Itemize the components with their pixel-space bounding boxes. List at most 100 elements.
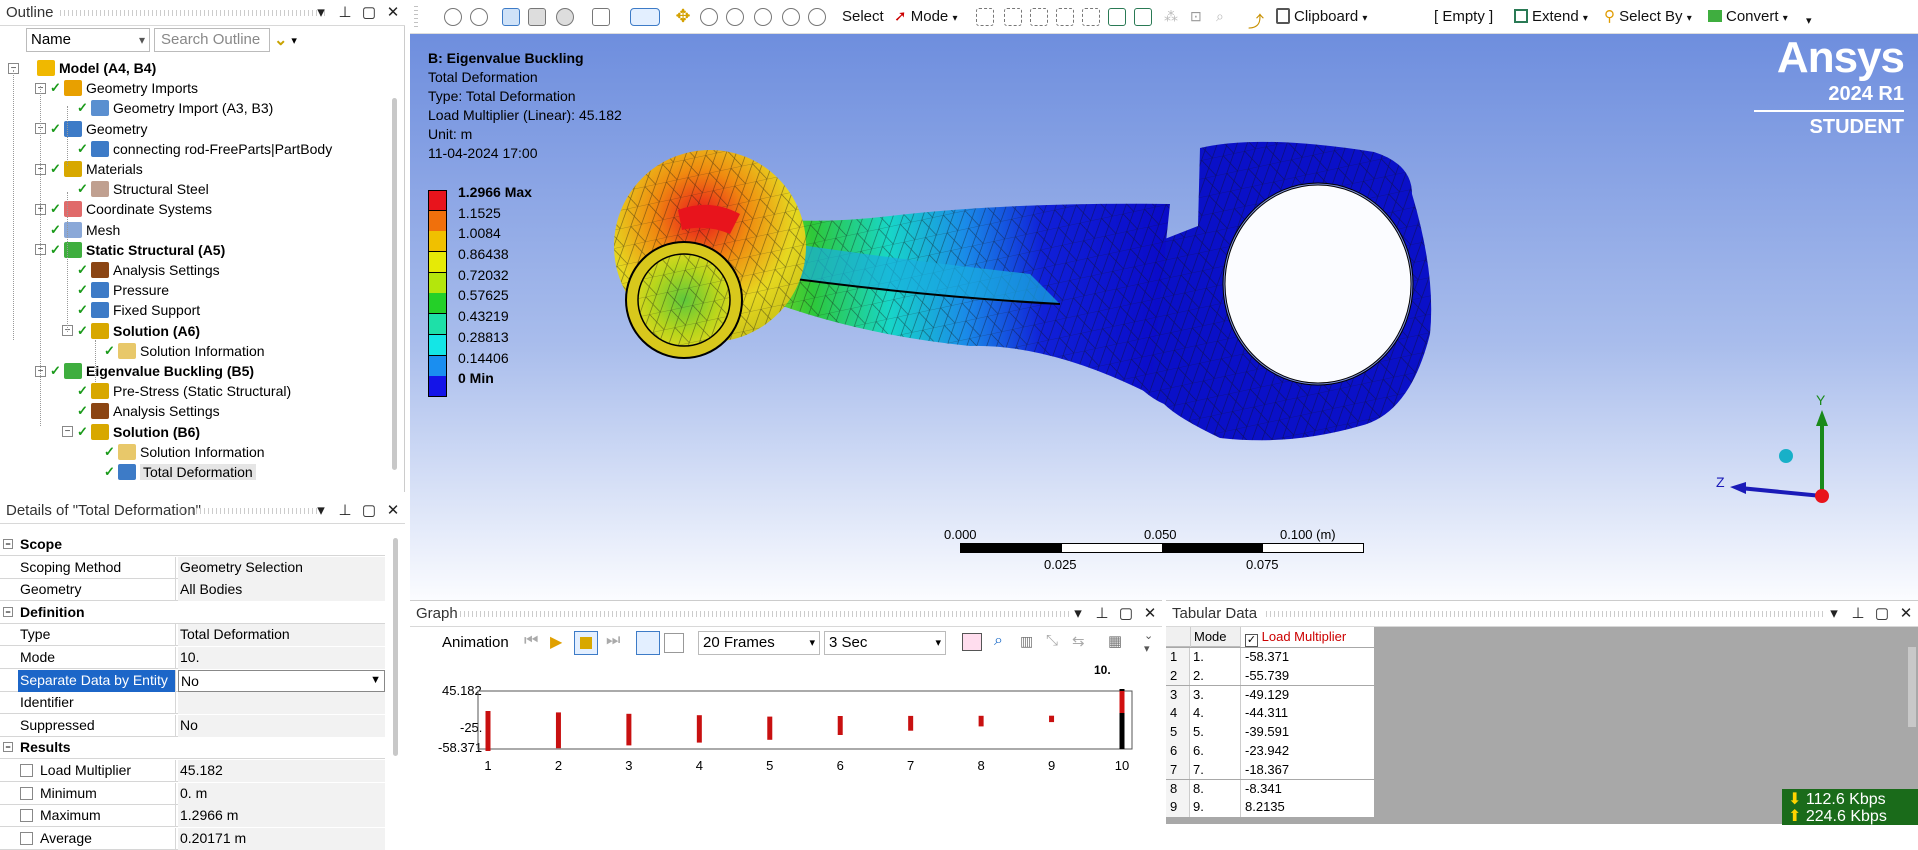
data-bar[interactable] [1049, 715, 1055, 723]
tree-item[interactable]: − ✓ Solution (A6) [62, 321, 200, 341]
filter-menu-icon[interactable]: ▾ [291, 34, 297, 47]
view-shaded-icon[interactable] [528, 8, 546, 26]
property-value[interactable]: Geometry Selection [178, 556, 385, 579]
parameter-checkbox[interactable] [20, 786, 33, 800]
tree-item[interactable]: ✓ Solution Information [89, 341, 265, 361]
label-icon[interactable]: ⊡ [1190, 8, 1208, 26]
select-edge-icon[interactable] [1004, 8, 1022, 26]
extend-button[interactable]: Extend ▾ [1514, 4, 1588, 30]
data-bar[interactable] [626, 713, 632, 746]
graph-settings-icon[interactable]: ▦ [1108, 632, 1122, 650]
data-bar[interactable] [767, 716, 773, 740]
empty-selection-button[interactable]: [ Empty ] [1434, 4, 1493, 30]
dropdown-icon[interactable]: ▾ [313, 0, 329, 26]
tree-item[interactable]: − ✓ Solution (B6) [62, 422, 200, 442]
graph-grid-icon[interactable]: ▥ [1020, 633, 1033, 650]
details-category[interactable]: − Results [0, 737, 385, 760]
tree-item[interactable]: − ✓ Geometry Imports [35, 78, 198, 98]
col-mode-header[interactable]: Mode [1190, 627, 1241, 647]
details-row[interactable]: Scoping Method Geometry Selection [0, 556, 385, 579]
distributed-frames-icon[interactable] [636, 631, 660, 655]
previous-frame-icon[interactable]: ⏮ [524, 632, 538, 650]
tree-item[interactable]: − ✓ Eigenvalue Buckling (B5) [35, 361, 254, 381]
data-bar[interactable] [485, 711, 491, 751]
details-category[interactable]: − Scope [0, 534, 385, 556]
zoom-fit-icon[interactable] [754, 8, 772, 26]
dropdown-icon[interactable]: ▾ [1826, 601, 1842, 627]
property-value[interactable]: 10. [178, 647, 385, 669]
data-bar[interactable] [978, 715, 984, 727]
property-value-select[interactable]: No [178, 669, 385, 692]
outline-filter-select[interactable]: Name [26, 28, 150, 52]
data-bar[interactable] [837, 716, 843, 735]
graph-pan-icon[interactable]: ⇆ [1072, 632, 1085, 650]
select-button[interactable]: Select [842, 4, 884, 30]
property-value[interactable]: 0.20171 m [178, 827, 385, 850]
tree-item[interactable]: − Model (A4, B4) [8, 58, 156, 78]
connecting-rod-model[interactable] [410, 34, 1918, 600]
mode-button[interactable]: ➚ Mode ▾ [894, 4, 957, 30]
pin-icon[interactable]: ⊥ [337, 498, 353, 524]
close-icon[interactable]: ✕ [385, 0, 401, 26]
pin-icon[interactable]: ⊥ [337, 0, 353, 26]
property-value[interactable] [178, 692, 385, 715]
tree-item[interactable]: ✓ Geometry Import (A3, B3) [62, 98, 273, 118]
toolbar-overflow-icon[interactable]: ▾ [1806, 8, 1812, 34]
details-row[interactable]: Average 0.20171 m [0, 827, 385, 850]
duration-select[interactable]: 3 Sec ▾ [824, 631, 946, 655]
pan-icon[interactable]: ✥ [674, 7, 692, 26]
maximize-icon[interactable]: ▢ [1874, 601, 1890, 627]
table-row[interactable]: 4 4. -44.311 [1166, 704, 1374, 723]
play-icon[interactable]: ▶ [550, 632, 562, 652]
tree-item[interactable]: − ✓ Materials [35, 159, 143, 179]
dropdown-icon[interactable]: ▾ [313, 498, 329, 524]
zoom-box-icon[interactable] [726, 8, 744, 26]
tree-item[interactable]: ✓ Pressure [62, 280, 169, 300]
tree-item[interactable]: ✓ Analysis Settings [62, 260, 220, 280]
convert-button[interactable]: Convert ▾ [1708, 4, 1788, 30]
col-lm-header[interactable]: ✓ Load Multiplier [1241, 627, 1374, 647]
data-bar[interactable] [696, 715, 702, 743]
graphics-viewport[interactable]: B: Eigenvalue Buckling Total Deformation… [410, 34, 1918, 600]
details-row[interactable]: Separate Data by Entity No ▼ [0, 669, 385, 692]
details-row[interactable]: Minimum 0. m [0, 782, 385, 805]
data-bar[interactable] [908, 715, 914, 731]
tree-item[interactable]: − ✓ Static Structural (A5) [35, 240, 225, 260]
details-row[interactable]: Mode 10. [0, 647, 385, 669]
details-row[interactable]: Geometry All Bodies [0, 579, 385, 602]
lm-visible-checkbox[interactable]: ✓ [1245, 634, 1258, 647]
outline-search-input[interactable]: Search Outline [154, 28, 270, 52]
collapse-icon[interactable]: − [3, 539, 13, 549]
frames-select[interactable]: 20 Frames ▾ [698, 631, 820, 655]
details-scrollbar[interactable] [393, 538, 398, 756]
close-icon[interactable]: ✕ [385, 498, 401, 524]
close-icon[interactable]: ✕ [1898, 601, 1914, 627]
chevron-down-icon[interactable]: ▼ [370, 670, 381, 691]
next-frame-icon[interactable]: ⏭ [606, 632, 620, 650]
pin-icon[interactable]: ⊥ [1094, 601, 1110, 627]
select-element-icon[interactable] [1134, 8, 1152, 26]
rotate-icon[interactable] [630, 8, 660, 26]
tree-item[interactable]: ✓ Solution Information [89, 442, 265, 462]
property-value[interactable]: No [178, 714, 385, 737]
export-video-icon[interactable] [962, 633, 982, 651]
stop-button[interactable] [574, 631, 598, 655]
zoom-in-icon[interactable] [444, 8, 462, 26]
tree-item[interactable]: ✓ Pre-Stress (Static Structural) [62, 381, 291, 401]
outline-scrollbar[interactable] [392, 98, 397, 470]
table-row[interactable]: 8 8. -8.341 [1166, 779, 1374, 799]
select-by-button[interactable]: ⚲ Select By ▾ [1604, 4, 1692, 30]
parameter-checkbox[interactable] [20, 809, 33, 823]
select-vertex-icon[interactable] [976, 8, 994, 26]
load-multiplier-chart[interactable]: 1 2 3 4 5 6 7 8 9 10 [410, 659, 1162, 825]
tree-item[interactable]: ✓ Fixed Support [62, 300, 200, 320]
select-element-face-icon[interactable] [1108, 8, 1126, 26]
dropdown-icon[interactable]: ▾ [1070, 601, 1086, 627]
graph-tool-icon[interactable]: ⤡ [1046, 632, 1058, 649]
zoom-all-icon[interactable] [782, 8, 800, 26]
table-row[interactable]: 3 3. -49.129 [1166, 685, 1374, 705]
maximize-icon[interactable]: ▢ [361, 0, 377, 26]
details-category[interactable]: − Definition [0, 601, 385, 624]
select-node-icon[interactable] [1082, 8, 1100, 26]
maximize-icon[interactable]: ▢ [361, 498, 377, 524]
